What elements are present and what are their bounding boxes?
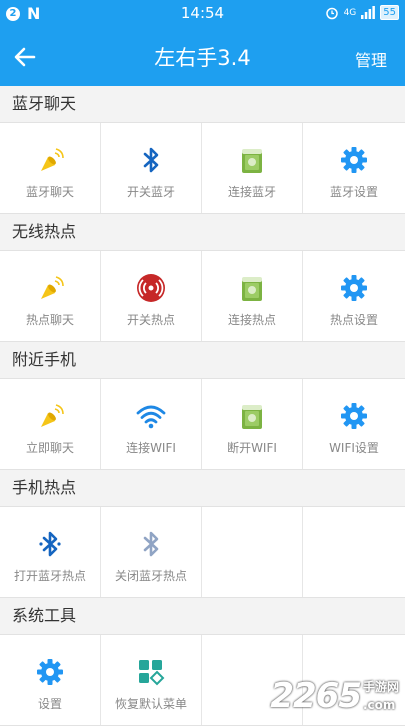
menu-item-label: 连接热点 — [227, 313, 276, 327]
empty-cell — [202, 507, 303, 597]
gear-icon — [339, 401, 369, 431]
menu-item-label: 断开WIFI — [227, 441, 277, 455]
book-icon — [237, 273, 267, 303]
menu-item[interactable]: 恢复默认菜单 — [101, 635, 202, 725]
menu-item[interactable]: 热点聊天 — [0, 251, 101, 341]
battery-indicator: 55 — [380, 5, 399, 20]
menu-item[interactable]: 蓝牙设置 — [303, 123, 405, 213]
page-title: 左右手3.4 — [154, 46, 251, 70]
menu-item[interactable]: 连接热点 — [202, 251, 303, 341]
menu-item-label: 蓝牙设置 — [329, 185, 378, 199]
menu-item[interactable]: 蓝牙聊天 — [0, 123, 101, 213]
bluetooth-icon — [136, 145, 166, 175]
section-header: 无线热点 — [0, 214, 405, 250]
menu-item-label: 设置 — [37, 697, 62, 711]
menu-item[interactable]: 打开蓝牙热点 — [0, 507, 101, 597]
network-type: 4G — [343, 7, 357, 18]
menu-item[interactable]: 开关热点 — [101, 251, 202, 341]
menu-item[interactable]: 关闭蓝牙热点 — [101, 507, 202, 597]
bluetooth-off-icon — [136, 529, 166, 559]
menu-item[interactable]: 热点设置 — [303, 251, 405, 341]
menu-item[interactable]: 开关蓝牙 — [101, 123, 202, 213]
wifi-icon — [136, 401, 166, 431]
book-icon — [237, 401, 267, 431]
watermark-number: 2265 — [270, 676, 362, 716]
menu-item-label: 开关蓝牙 — [126, 185, 175, 199]
gear-icon — [339, 145, 369, 175]
status-icons: 4G 55 — [325, 5, 399, 20]
hotspot-icon — [136, 273, 166, 303]
menu-item-label: 打开蓝牙热点 — [13, 569, 86, 583]
section-grid: 蓝牙聊天 开关蓝牙 连接蓝牙 蓝牙设置 — [0, 122, 405, 214]
watermark-site: 手游网 — [362, 680, 399, 694]
menu-item-label: 开关热点 — [126, 313, 175, 327]
section-header: 系统工具 — [0, 598, 405, 634]
menu-item-label: 立即聊天 — [25, 441, 74, 455]
bluetooth-active-icon — [35, 529, 65, 559]
watermark-domain: .com — [362, 698, 396, 712]
menu-item-label: 连接WIFI — [126, 441, 176, 455]
menu-item[interactable]: 断开WIFI — [202, 379, 303, 469]
alarm-icon — [325, 7, 338, 19]
megaphone-icon — [35, 401, 65, 431]
section-grid: 热点聊天 开关热点 连接热点 热点设置 — [0, 250, 405, 342]
menu-item-label: 连接蓝牙 — [227, 185, 276, 199]
menu-item-label: 恢复默认菜单 — [114, 697, 187, 711]
book-icon — [237, 145, 267, 175]
megaphone-icon — [35, 273, 65, 303]
arrow-left-icon[interactable] — [10, 42, 40, 72]
section-header: 蓝牙聊天 — [0, 86, 405, 122]
menu-item-label: 热点设置 — [329, 313, 378, 327]
menu-item[interactable]: 设置 — [0, 635, 101, 725]
section-header: 手机热点 — [0, 470, 405, 506]
menu-item[interactable]: 立即聊天 — [0, 379, 101, 469]
menu-item-label: 热点聊天 — [25, 313, 74, 327]
gear-icon — [35, 657, 65, 687]
menu-item[interactable]: 连接蓝牙 — [202, 123, 303, 213]
menu-item-label: 关闭蓝牙热点 — [114, 569, 187, 583]
menu-item-label: 蓝牙聊天 — [25, 185, 74, 199]
section-grid: 打开蓝牙热点 关闭蓝牙热点 — [0, 506, 405, 598]
main-content: 蓝牙聊天 蓝牙聊天 开关蓝牙 连接蓝牙 蓝牙设置 无线热点 热点聊天 开关热点 … — [0, 86, 405, 726]
gear-icon — [339, 273, 369, 303]
menu-item[interactable]: 连接WIFI — [101, 379, 202, 469]
empty-cell — [303, 507, 405, 597]
status-bar: 2 N 14:54 4G 55 — [0, 0, 405, 28]
app-bar: 左右手3.4 管理 — [0, 28, 405, 86]
section-header: 附近手机 — [0, 342, 405, 378]
manage-button[interactable]: 管理 — [355, 47, 387, 71]
megaphone-icon — [35, 145, 65, 175]
signal-icon — [361, 6, 376, 19]
watermark: 2265 手游网 .com — [270, 676, 399, 716]
menu-item-label: WIFI设置 — [329, 441, 379, 455]
section-grid: 立即聊天 连接WIFI 断开WIFI WIFI设置 — [0, 378, 405, 470]
menu-item[interactable]: WIFI设置 — [303, 379, 405, 469]
grid-restore-icon — [136, 657, 166, 687]
